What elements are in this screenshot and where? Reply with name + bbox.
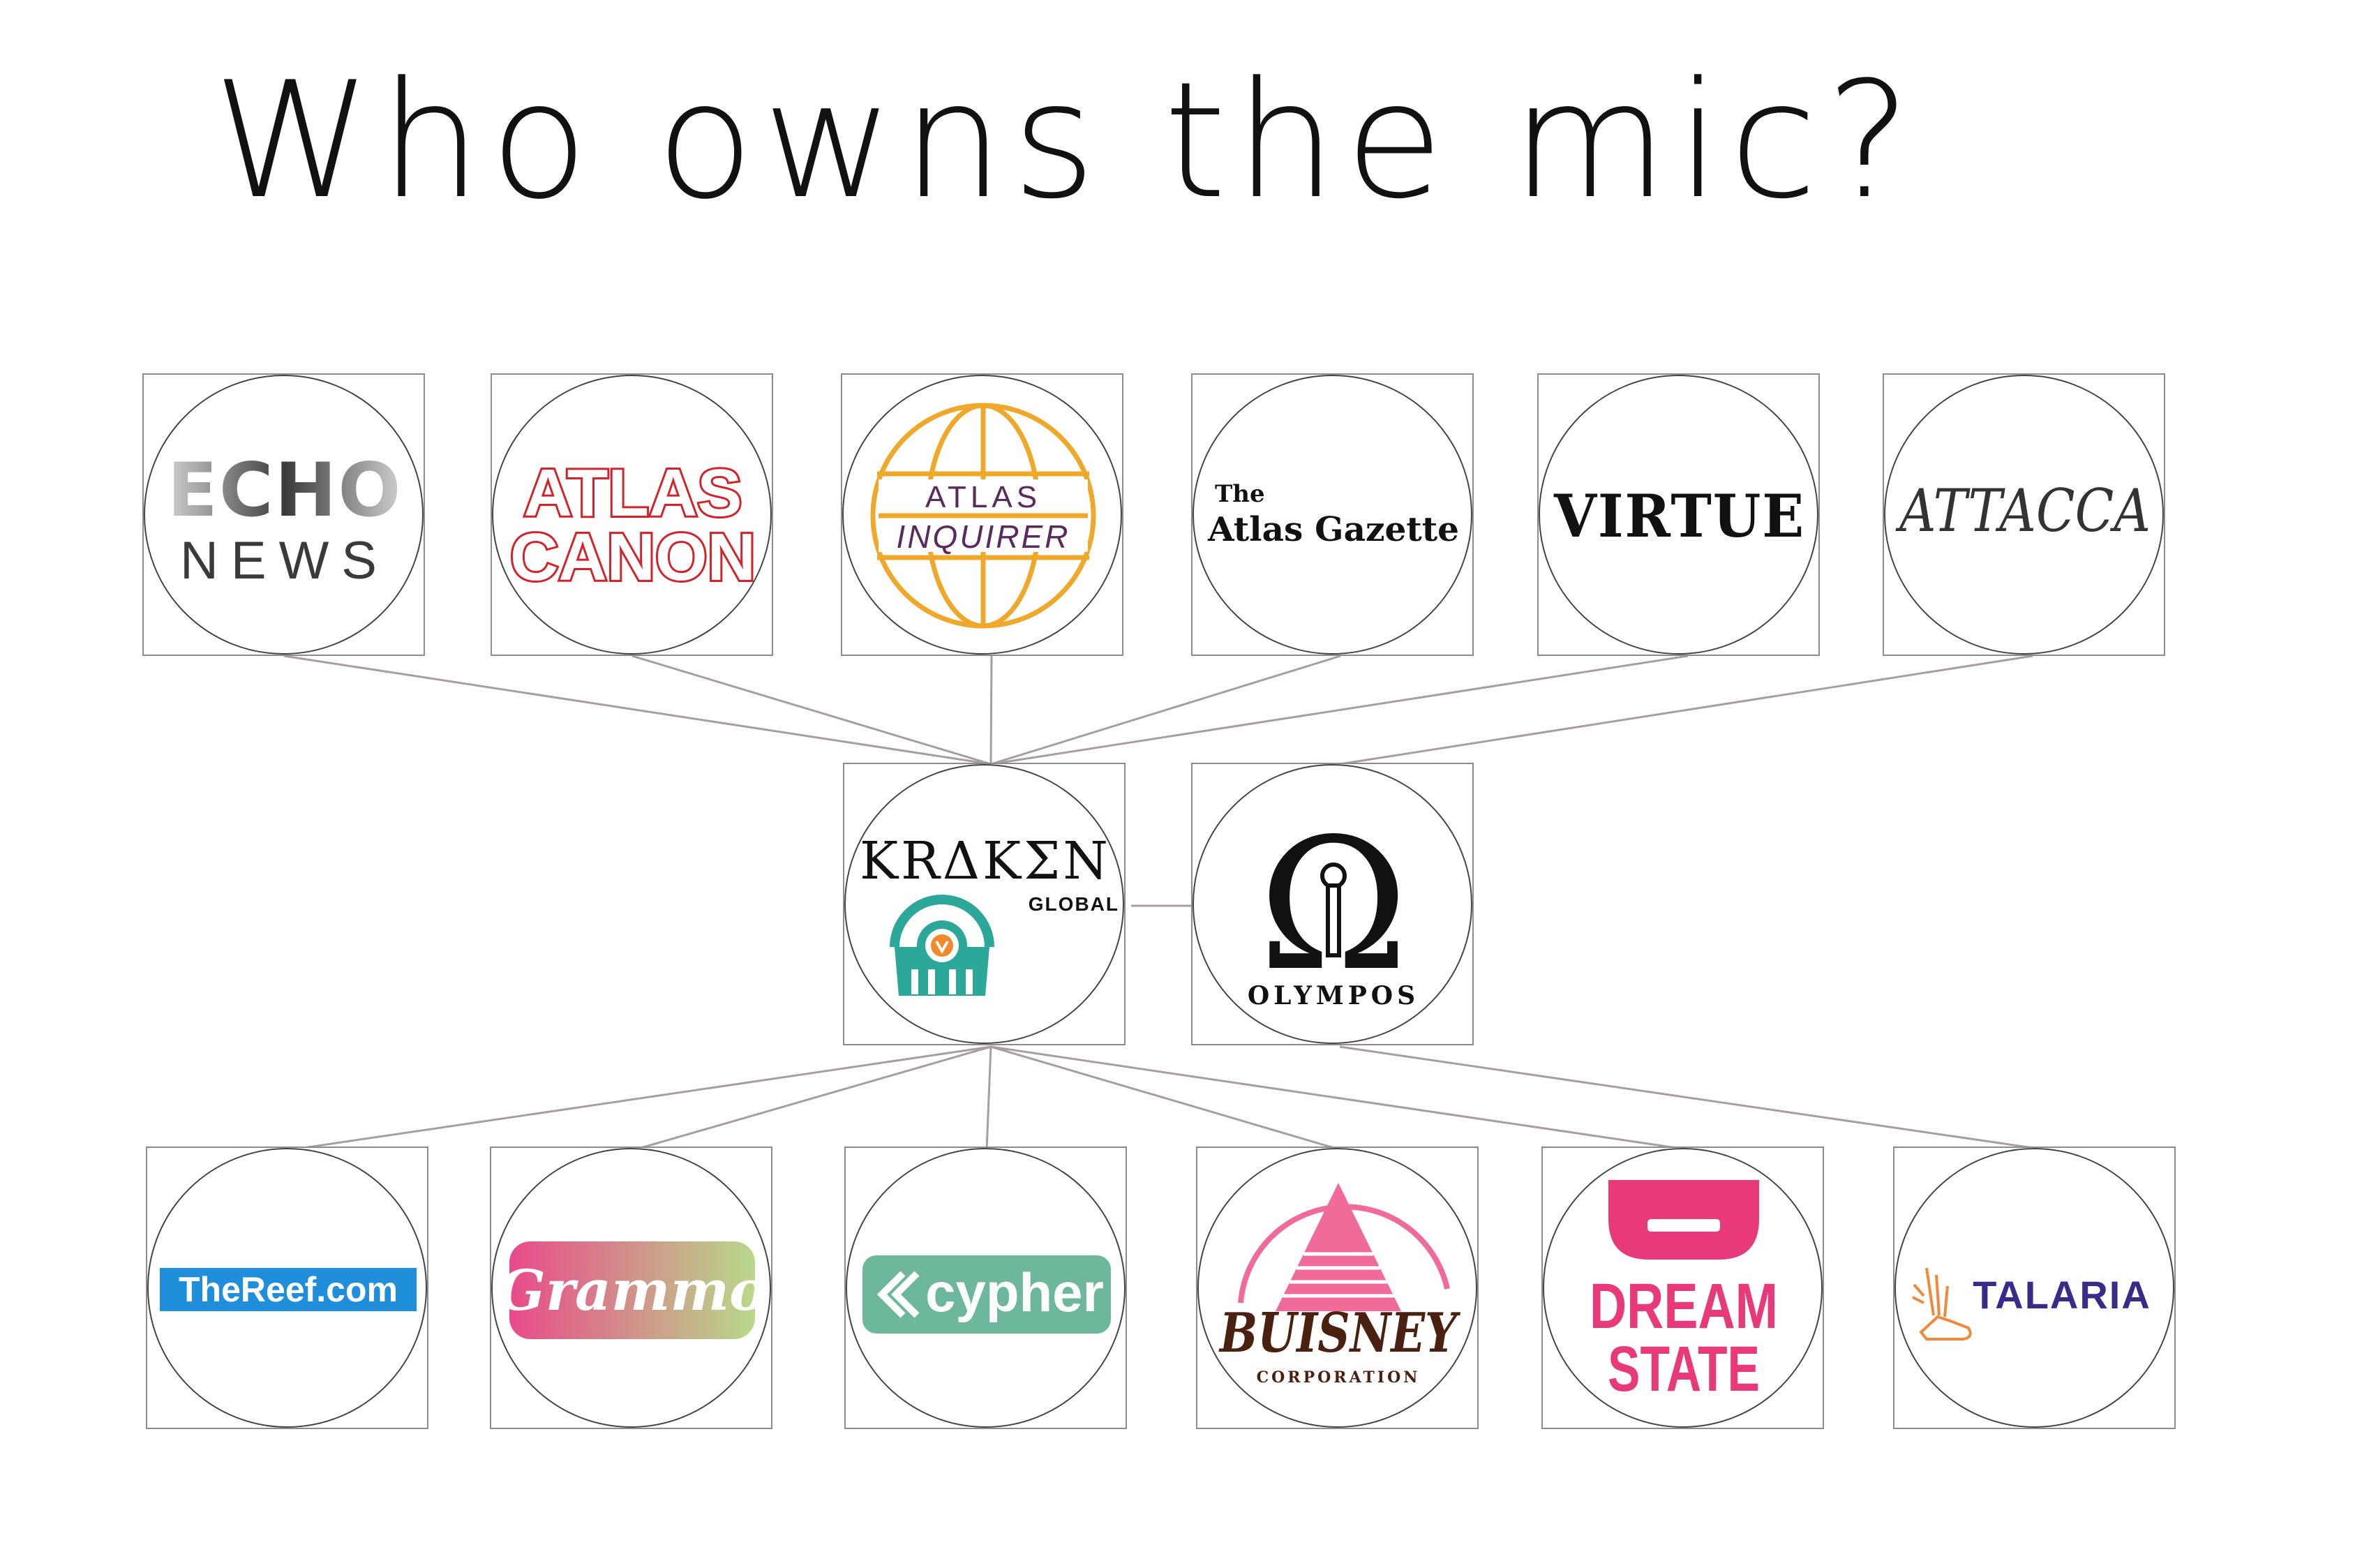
connector-inquirer-kraken xyxy=(989,655,993,765)
node-virtue: VIRTUE xyxy=(1537,373,1820,656)
olympos-wordmark: OLYMPOS xyxy=(1248,981,1419,1010)
thereef-wordmark: TheReef.com xyxy=(179,1270,398,1309)
atlas-canon-line2: CANON xyxy=(510,520,756,595)
node-cypher: cypher xyxy=(844,1147,1127,1429)
dream-state-line1: DREAM xyxy=(1590,1271,1778,1342)
talaria-wordmark: TALARIA xyxy=(1973,1273,2151,1317)
dream-state-logo: DREAM STATE xyxy=(1543,1148,1823,1428)
node-atlas-inquirer: ATLAS INQUIRER xyxy=(841,373,1123,656)
echo-wordmark: ECHO xyxy=(167,447,402,533)
attacca-wordmark: ATTACCA xyxy=(1895,477,2151,545)
node-buisney: BUISNEY CORPORATION xyxy=(1196,1147,1479,1429)
atlas-canon-logo: ATLAS CANON xyxy=(492,375,772,655)
node-attacca: ATTACCA xyxy=(1883,373,2165,656)
node-atlas-gazette: The Atlas Gazette xyxy=(1191,373,1474,656)
buisney-corporation: CORPORATION xyxy=(1257,1368,1421,1387)
connector-kraken-buisney xyxy=(990,1045,1342,1151)
node-olympos: Ω OLYMPOS xyxy=(1191,763,1474,1045)
connector-olympos-talaria xyxy=(1339,1045,2048,1151)
grammo-logo: Grammo xyxy=(491,1148,771,1428)
buisney-wordmark: BUISNEY xyxy=(1218,1301,1460,1365)
cypher-logo: cypher xyxy=(846,1148,1126,1428)
dream-state-line2: STATE xyxy=(1608,1334,1760,1405)
kraken-emblem-icon xyxy=(890,895,994,996)
winged-foot-icon xyxy=(1912,1267,1972,1341)
atlas-canon-line1: ATLAS xyxy=(524,456,742,530)
connector-attacca-olympos xyxy=(1339,655,2033,766)
node-atlas-canon: ATLAS CANON xyxy=(491,373,773,656)
node-echo-news: ECHO NEWS xyxy=(142,373,425,656)
kraken-wordmark: KRΔKΣN xyxy=(860,831,1111,891)
connector-canon-kraken xyxy=(631,655,992,766)
attacca-logo: ATTACCA xyxy=(1884,375,2164,655)
connector-echo-kraken xyxy=(283,655,992,766)
node-thereef: TheReef.com xyxy=(146,1147,428,1429)
node-kraken-global: KRΔKΣN GLOBAL xyxy=(843,763,1126,1045)
buisney-logo: BUISNEY CORPORATION xyxy=(1197,1148,1477,1428)
grammo-wordmark: Grammo xyxy=(498,1257,767,1323)
olympos-logo: Ω OLYMPOS xyxy=(1193,764,1472,1044)
gazette-line1: The xyxy=(1215,480,1265,508)
connector-kraken-cypher xyxy=(985,1046,992,1151)
buisney-pyramid-icon xyxy=(1276,1183,1401,1311)
connector-kraken-reef xyxy=(288,1045,992,1151)
cypher-wordmark: cypher xyxy=(925,1262,1104,1323)
connector-virtue-kraken xyxy=(990,655,1689,766)
node-talaria: TALARIA xyxy=(1893,1147,2176,1429)
thereef-logo: TheReef.com xyxy=(147,1148,427,1428)
talaria-logo: TALARIA xyxy=(1894,1148,2174,1428)
node-grammo: Grammo xyxy=(490,1147,772,1429)
connector-kraken-grammo xyxy=(633,1045,992,1151)
connector-kraken-dream xyxy=(990,1045,1691,1151)
gazette-line2: Atlas Gazette xyxy=(1207,510,1459,549)
inquirer-line2: INQUIRER xyxy=(897,518,1070,555)
virtue-wordmark: VIRTUE xyxy=(1553,481,1805,551)
node-dream-state: DREAM STATE xyxy=(1541,1147,1824,1429)
inquirer-line1: ATLAS xyxy=(925,480,1041,514)
news-wordmark: NEWS xyxy=(180,531,389,590)
atlas-inquirer-logo: ATLAS INQUIRER xyxy=(842,375,1122,655)
virtue-logo: VIRTUE xyxy=(1539,375,1818,655)
connector-gazette-kraken xyxy=(990,655,1341,766)
kraken-global-logo: KRΔKΣN GLOBAL xyxy=(844,764,1124,1044)
echo-news-logo: ECHO NEWS xyxy=(144,375,424,655)
atlas-gazette-logo: The Atlas Gazette xyxy=(1193,375,1472,655)
kraken-global-label: GLOBAL xyxy=(1029,893,1119,915)
